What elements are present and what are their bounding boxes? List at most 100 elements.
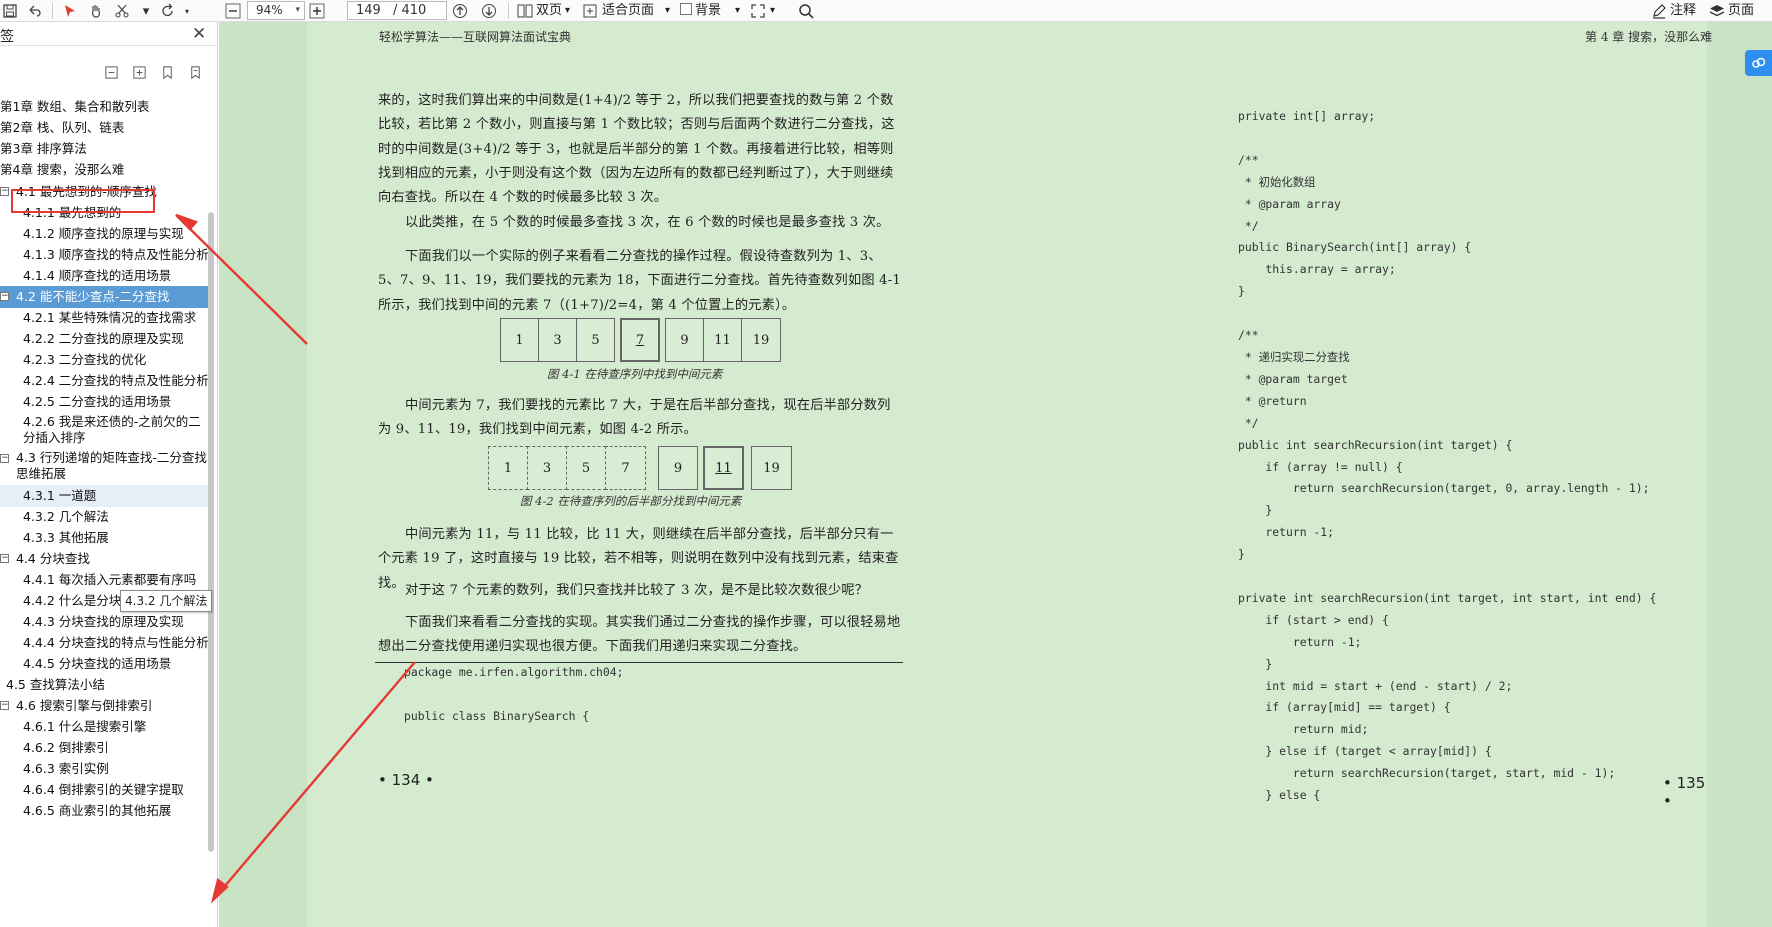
toc-item-chapter-1[interactable]: 第1章 数组、集合和散列表 bbox=[0, 96, 210, 118]
page-view-button[interactable]: 页面 bbox=[1728, 0, 1754, 22]
toc-item-4-4-5[interactable]: 4.4.5 分块查找的适用场景 bbox=[0, 653, 210, 675]
collapse-toggle-icon[interactable]: − bbox=[0, 554, 9, 563]
fullscreen-caret-icon[interactable]: ▾ bbox=[770, 0, 775, 22]
sidebar-toolbar bbox=[102, 64, 212, 82]
rotate-caret-icon[interactable]: ▾ bbox=[180, 0, 194, 22]
toc-item-chapter-2[interactable]: 第2章 栈、队列、链表 bbox=[0, 117, 210, 139]
close-icon[interactable]: ✕ bbox=[192, 24, 206, 44]
bookmark-tooltip: 4.3.2 几个解法 bbox=[120, 590, 213, 612]
page-number-input[interactable]: 149 / 410 bbox=[347, 1, 447, 20]
scissors-icon[interactable] bbox=[110, 0, 134, 22]
collapse-toggle-icon[interactable]: − bbox=[0, 701, 9, 710]
undo-arrow-icon[interactable] bbox=[22, 0, 46, 22]
toc-item-4-3-1[interactable]: 4.3.1 一道题 bbox=[0, 485, 210, 507]
array-cell-discarded: 1 bbox=[488, 446, 528, 490]
dual-page-caret-icon[interactable]: ▾ bbox=[565, 0, 570, 22]
toc-item-4-1-2[interactable]: 4.1.2 顺序查找的原理与实现 bbox=[0, 223, 210, 245]
next-page-icon[interactable] bbox=[478, 0, 500, 22]
toolbar-divider bbox=[52, 3, 53, 19]
sidebar-scrollbar[interactable] bbox=[208, 212, 214, 852]
fit-page-caret-icon[interactable]: ▾ bbox=[665, 0, 670, 22]
paragraph-7: 下面我们来看看二分查找的实现。其实我们通过二分查找的操作步骤，可以很轻易地想出二… bbox=[378, 615, 901, 655]
toc-item-label: 4.4 分块查找 bbox=[16, 551, 90, 566]
page-number-right: • 135 • bbox=[1663, 774, 1706, 810]
fit-page-icon[interactable] bbox=[580, 0, 600, 22]
hand-tool-icon[interactable] bbox=[84, 0, 108, 22]
toc-item-4-6-4[interactable]: 4.6.4 倒排索引的关键字提取 bbox=[0, 779, 210, 801]
toc-item-4-4[interactable]: −4.4 分块查找 bbox=[0, 548, 210, 570]
array-cell-middle: 11 bbox=[703, 446, 744, 490]
collapse-toggle-icon[interactable]: − bbox=[0, 187, 9, 196]
toolbar-divider bbox=[508, 3, 509, 19]
select-pointer-icon[interactable] bbox=[58, 0, 82, 22]
toc-item-4-6-2[interactable]: 4.6.2 倒排索引 bbox=[0, 737, 210, 759]
toc-item-4-1-4[interactable]: 4.1.4 顺序查找的适用场景 bbox=[0, 265, 210, 287]
add-bookmark-icon[interactable] bbox=[158, 64, 176, 80]
toc-item-4-2[interactable]: −4.2 能不能少查点-二分查找 bbox=[0, 286, 210, 308]
toc-item-4-4-1[interactable]: 4.4.1 每次插入元素都要有序吗 bbox=[0, 569, 210, 591]
collapse-all-icon[interactable] bbox=[102, 64, 120, 80]
fullscreen-icon[interactable] bbox=[748, 0, 768, 22]
more-caret-icon[interactable]: ▾ bbox=[136, 0, 156, 22]
zoom-select[interactable]: 94% ▾ bbox=[247, 1, 305, 20]
background-caret-icon[interactable]: ▾ bbox=[735, 0, 740, 22]
background-checkbox[interactable] bbox=[680, 3, 692, 15]
paragraph-6: 对于这 7 个元素的数列，我们只查找并比较了 3 次，是不是比较次数很少呢？ bbox=[405, 583, 869, 598]
array-cell: 19 bbox=[741, 318, 781, 362]
toc-item-4-3[interactable]: −4.3 行列递增的矩阵查找-二分查找思维拓展 bbox=[0, 448, 210, 484]
zoom-in-button[interactable] bbox=[306, 0, 328, 22]
background-toggle[interactable]: 背景 bbox=[680, 0, 721, 22]
chevron-down-icon: ▾ bbox=[295, 5, 300, 15]
toc-item-4-2-1[interactable]: 4.2.1 某些特殊情况的查找需求 bbox=[0, 307, 210, 329]
zoom-out-button[interactable] bbox=[222, 0, 244, 22]
toc-item-4-2-2[interactable]: 4.2.2 二分查找的原理及实现 bbox=[0, 328, 210, 350]
toc-item-4-3-2[interactable]: 4.3.2 几个解法 bbox=[0, 506, 210, 528]
toc-item-4-6[interactable]: −4.6 搜索引擎与倒排索引 bbox=[0, 695, 210, 717]
bookmark-options-icon[interactable] bbox=[186, 64, 204, 80]
toc-item-4-6-3[interactable]: 4.6.3 索引实例 bbox=[0, 758, 210, 780]
toc-item-4-1-3[interactable]: 4.1.3 顺序查找的特点及性能分析 bbox=[0, 244, 210, 266]
array-cell-discarded: 7 bbox=[605, 446, 646, 490]
fit-page-button[interactable]: 适合页面 bbox=[602, 0, 654, 22]
toc-item-4-4-4[interactable]: 4.4.4 分块查找的特点与性能分析 bbox=[0, 632, 210, 654]
search-icon[interactable] bbox=[795, 0, 817, 22]
toc-item-4-6-1[interactable]: 4.6.1 什么是搜索引擎 bbox=[0, 716, 210, 738]
paragraph-2: 以此类推，在 5 个数的时候最多查找 3 次，在 6 个数的时候也是最多查找 3… bbox=[405, 215, 890, 230]
prev-page-icon[interactable] bbox=[449, 0, 471, 22]
toc-item-4-2-5[interactable]: 4.2.5 二分查找的适用场景 bbox=[0, 391, 210, 413]
toc-item-label: 4.6 搜索引擎与倒排索引 bbox=[16, 698, 153, 713]
expand-all-icon[interactable] bbox=[130, 64, 148, 80]
paragraph-3: 下面我们以一个实际的例子来看看二分查找的操作过程。假设待查数列为 1、3、5、7… bbox=[378, 249, 901, 313]
pen-annotate-icon[interactable] bbox=[1650, 0, 1668, 22]
zoom-value: 94% bbox=[256, 3, 283, 17]
toc-item-label: 4.2 能不能少查点-二分查找 bbox=[16, 289, 170, 304]
toc-item-4-2-6[interactable]: 4.2.6 我是来还债的-之前欠的二分插入排序 bbox=[0, 412, 210, 448]
running-head-right: 第 4 章 搜索，没那么难 bbox=[1585, 30, 1713, 44]
toolbar: ▾ ▾ 94% ▾ 149 / 410 双页 ▾ 适合页面 ▾ 背景 ▾ ▾ 注… bbox=[0, 0, 1772, 22]
toc-item-4-4-3[interactable]: 4.4.3 分块查找的原理及实现 bbox=[0, 611, 210, 633]
code-block-right: private int[] array; /** * 初始化数组 * @para… bbox=[1238, 109, 1657, 803]
annotate-button[interactable]: 注释 bbox=[1670, 0, 1696, 22]
toc-item-4-2-4[interactable]: 4.2.4 二分查找的特点及性能分析 bbox=[0, 370, 210, 392]
layers-icon[interactable] bbox=[1708, 0, 1726, 22]
paragraph-1: 来的，这时我们算出来的中间数是(1+4)/2 等于 2，所以我们把要查找的数与第… bbox=[378, 93, 895, 206]
background-label: 背景 bbox=[695, 3, 722, 18]
cloud-sync-button[interactable] bbox=[1745, 50, 1772, 76]
toc-item-chapter-4[interactable]: 第4章 搜索，没那么难 bbox=[0, 159, 210, 181]
toc-item-4-6-5[interactable]: 4.6.5 商业索引的其他拓展 bbox=[0, 800, 210, 822]
save-icon[interactable] bbox=[0, 0, 20, 22]
toc-item-4-3-3[interactable]: 4.3.3 其他拓展 bbox=[0, 527, 210, 549]
document-view[interactable]: 轻松学算法——互联网算法面试宝典 来的，这时我们算出来的中间数是(1+4)/2 … bbox=[219, 22, 1772, 927]
array-cell: 3 bbox=[538, 318, 577, 362]
rotate-icon[interactable] bbox=[156, 0, 180, 22]
toc-item-4-5[interactable]: 4.5 查找算法小结 bbox=[0, 674, 210, 696]
dual-page-button[interactable]: 双页 bbox=[536, 0, 562, 22]
bookmarks-sidebar: 签 ✕ 第1章 数组、集合和散列表 第2章 栈、队列、链表 第3章 排序算法 第… bbox=[0, 22, 218, 927]
array-cell-discarded: 3 bbox=[527, 446, 567, 490]
toc-item-4-2-3[interactable]: 4.2.3 二分查找的优化 bbox=[0, 349, 210, 371]
array-cell: 9 bbox=[665, 318, 704, 362]
collapse-toggle-icon[interactable]: − bbox=[0, 454, 9, 463]
toc-item-chapter-3[interactable]: 第3章 排序算法 bbox=[0, 138, 210, 160]
collapse-toggle-icon[interactable]: − bbox=[0, 292, 9, 301]
dual-page-icon[interactable] bbox=[516, 0, 534, 22]
